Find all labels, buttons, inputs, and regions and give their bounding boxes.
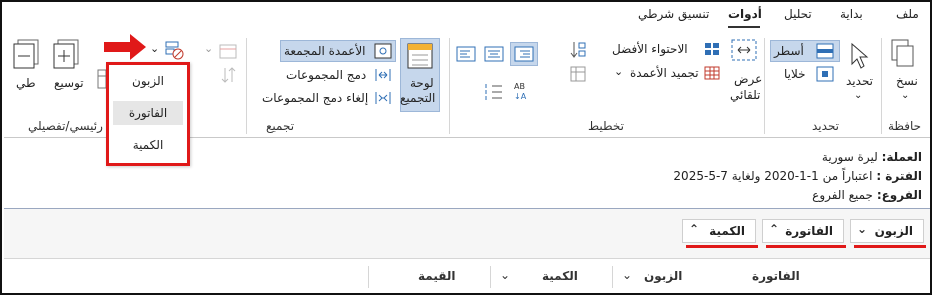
branch-line: الفروع: جميع الفروع [812,188,922,202]
currency-value: ليرة سورية [821,150,878,164]
freeze-chevron-icon[interactable]: ⌄ [614,65,623,78]
group-panel-icon[interactable] [406,42,434,72]
select-chevron-icon[interactable]: ⌄ [854,90,862,101]
collapse-icon[interactable] [12,38,42,70]
period-value: اعتباراً من 1-1-2020 ولغاية 7-5-2025 [673,169,873,183]
group-by-area: الزبون ⌄ الفاتورة ⌃ الكمية ⌃ [4,208,930,259]
cells-label[interactable]: خلايا [784,67,806,81]
period-line: الفترة : اعتباراً من 1-1-2020 ولغاية 7-5… [673,169,922,183]
copy-chevron-icon[interactable]: ⌄ [901,90,909,101]
divider [764,38,765,134]
dropdown-item-invoice[interactable]: الفاتورة [113,101,183,125]
numbered-list-icon[interactable] [484,82,504,102]
highlight-underline [766,245,846,248]
column-header-invoice[interactable]: الفاتورة [752,269,800,283]
column-header-quantity[interactable]: الكمية [542,269,578,283]
filter-clear-icon[interactable] [164,40,184,60]
autofit-label-1[interactable]: عرض [734,72,762,86]
group-panel-label-2[interactable]: التجميع [400,91,435,105]
best-fit-label[interactable]: الاحتواء الأفضل [612,42,688,56]
select-group-label: تحديد [812,119,840,133]
sort-az-icon[interactable]: AB ↓A [512,80,532,102]
filter-chevron-icon[interactable]: ⌄ [150,42,159,55]
calendar-icon[interactable] [218,42,238,60]
red-arrow-annotation [104,34,146,60]
chevron-down-icon[interactable]: ⌄ [500,268,510,282]
chevron-up-icon[interactable]: ⌃ [769,222,779,236]
highlight-underline [686,245,758,248]
layout-group-label: تخطيط [588,119,624,133]
rows-label[interactable]: أسطر [774,44,804,58]
align-right-icon[interactable] [514,46,534,62]
filter-grid-icon[interactable] [570,66,586,82]
best-fit-icon[interactable] [704,42,720,56]
rows-icon[interactable] [816,43,834,59]
svg-text:AB: AB [514,82,525,91]
group-by-dropdown: الزبون الفاتورة الكمية [106,62,190,166]
grid-header-row: الفاتورة ⌄ الزبون ⌄ الكمية القيمة [4,262,930,292]
branch-value: جميع الفروع [812,188,873,202]
outline-group-label: رئيسي/تفصيلي [28,119,103,133]
divider [246,38,247,134]
group-chip-quantity[interactable]: الكمية ⌃ [682,219,756,243]
column-header-value[interactable]: القيمة [418,269,455,283]
app-window: ملف بداية تحليل أدوات تنسيق شرطي نسخ ⌄ ح… [0,0,932,295]
group-chip-customer[interactable]: الزبون ⌄ [850,219,924,243]
freeze-columns-icon[interactable] [704,66,720,80]
select-label[interactable]: تحديد [846,74,873,88]
freeze-columns-label[interactable]: تجميد الأعمدة [630,66,699,80]
svg-text:↓A: ↓A [514,92,527,101]
branch-label: الفروع: [876,188,922,202]
align-center-icon[interactable] [484,46,504,62]
divider [449,38,450,134]
autofit-label-2[interactable]: تلقائي [730,88,760,102]
currency-line: العملة: ليرة سورية [822,150,922,164]
expand-icon[interactable] [52,38,82,70]
merge-groups-label[interactable]: دمج المجموعات [286,68,366,82]
autofit-icon[interactable] [730,38,758,64]
align-left-icon[interactable] [456,46,476,62]
chevron-down-icon[interactable]: ⌄ [857,222,867,236]
grouped-columns-icon[interactable] [374,43,392,59]
chevron-down-icon[interactable]: ⌄ [622,268,632,282]
menu-conditional-format[interactable]: تنسيق شرطي [638,7,709,21]
calendar-chevron-icon[interactable]: ⌄ [204,42,213,55]
group-panel-label-1[interactable]: لوحة [410,76,434,90]
menu-bar: ملف بداية تحليل أدوات تنسيق شرطي [4,4,930,29]
highlight-underline [854,245,926,248]
period-label: الفترة : [876,169,922,183]
chevron-up-icon[interactable]: ⌃ [689,222,699,236]
column-divider[interactable] [612,266,613,288]
dropdown-item-customer[interactable]: الزبون [113,69,183,93]
column-divider[interactable] [490,266,491,288]
sort-icon[interactable] [570,40,586,60]
divider [881,38,882,134]
copy-label[interactable]: نسخ [896,74,918,88]
grouping-group-label: تجميع [266,119,295,133]
merge-groups-icon[interactable] [374,67,392,83]
menu-home[interactable]: بداية [840,7,863,21]
clipboard-group-label: حافظة [888,119,922,133]
menu-tools[interactable]: أدوات [728,7,762,21]
unmerge-groups-icon[interactable] [374,90,392,106]
unmerge-groups-label[interactable]: إلغاء دمج المجموعات [262,91,368,105]
cursor-icon[interactable] [846,42,870,70]
group-chip-invoice[interactable]: الفاتورة ⌃ [762,219,844,243]
currency-label: العملة: [881,150,922,164]
expand-label[interactable]: توسيع [54,76,84,90]
dropdown-item-quantity[interactable]: الكمية [113,133,183,157]
menu-file[interactable]: ملف [896,7,919,21]
grouped-columns-label[interactable]: الأعمدة المجمعة [284,44,366,58]
column-divider[interactable] [368,266,369,288]
copy-icon[interactable] [888,38,916,70]
sort-disabled-icon[interactable] [220,66,238,84]
column-header-customer[interactable]: الزبون [644,269,682,283]
collapse-label[interactable]: طي [16,76,36,90]
menu-analysis[interactable]: تحليل [784,7,812,21]
cells-icon[interactable] [816,66,834,82]
